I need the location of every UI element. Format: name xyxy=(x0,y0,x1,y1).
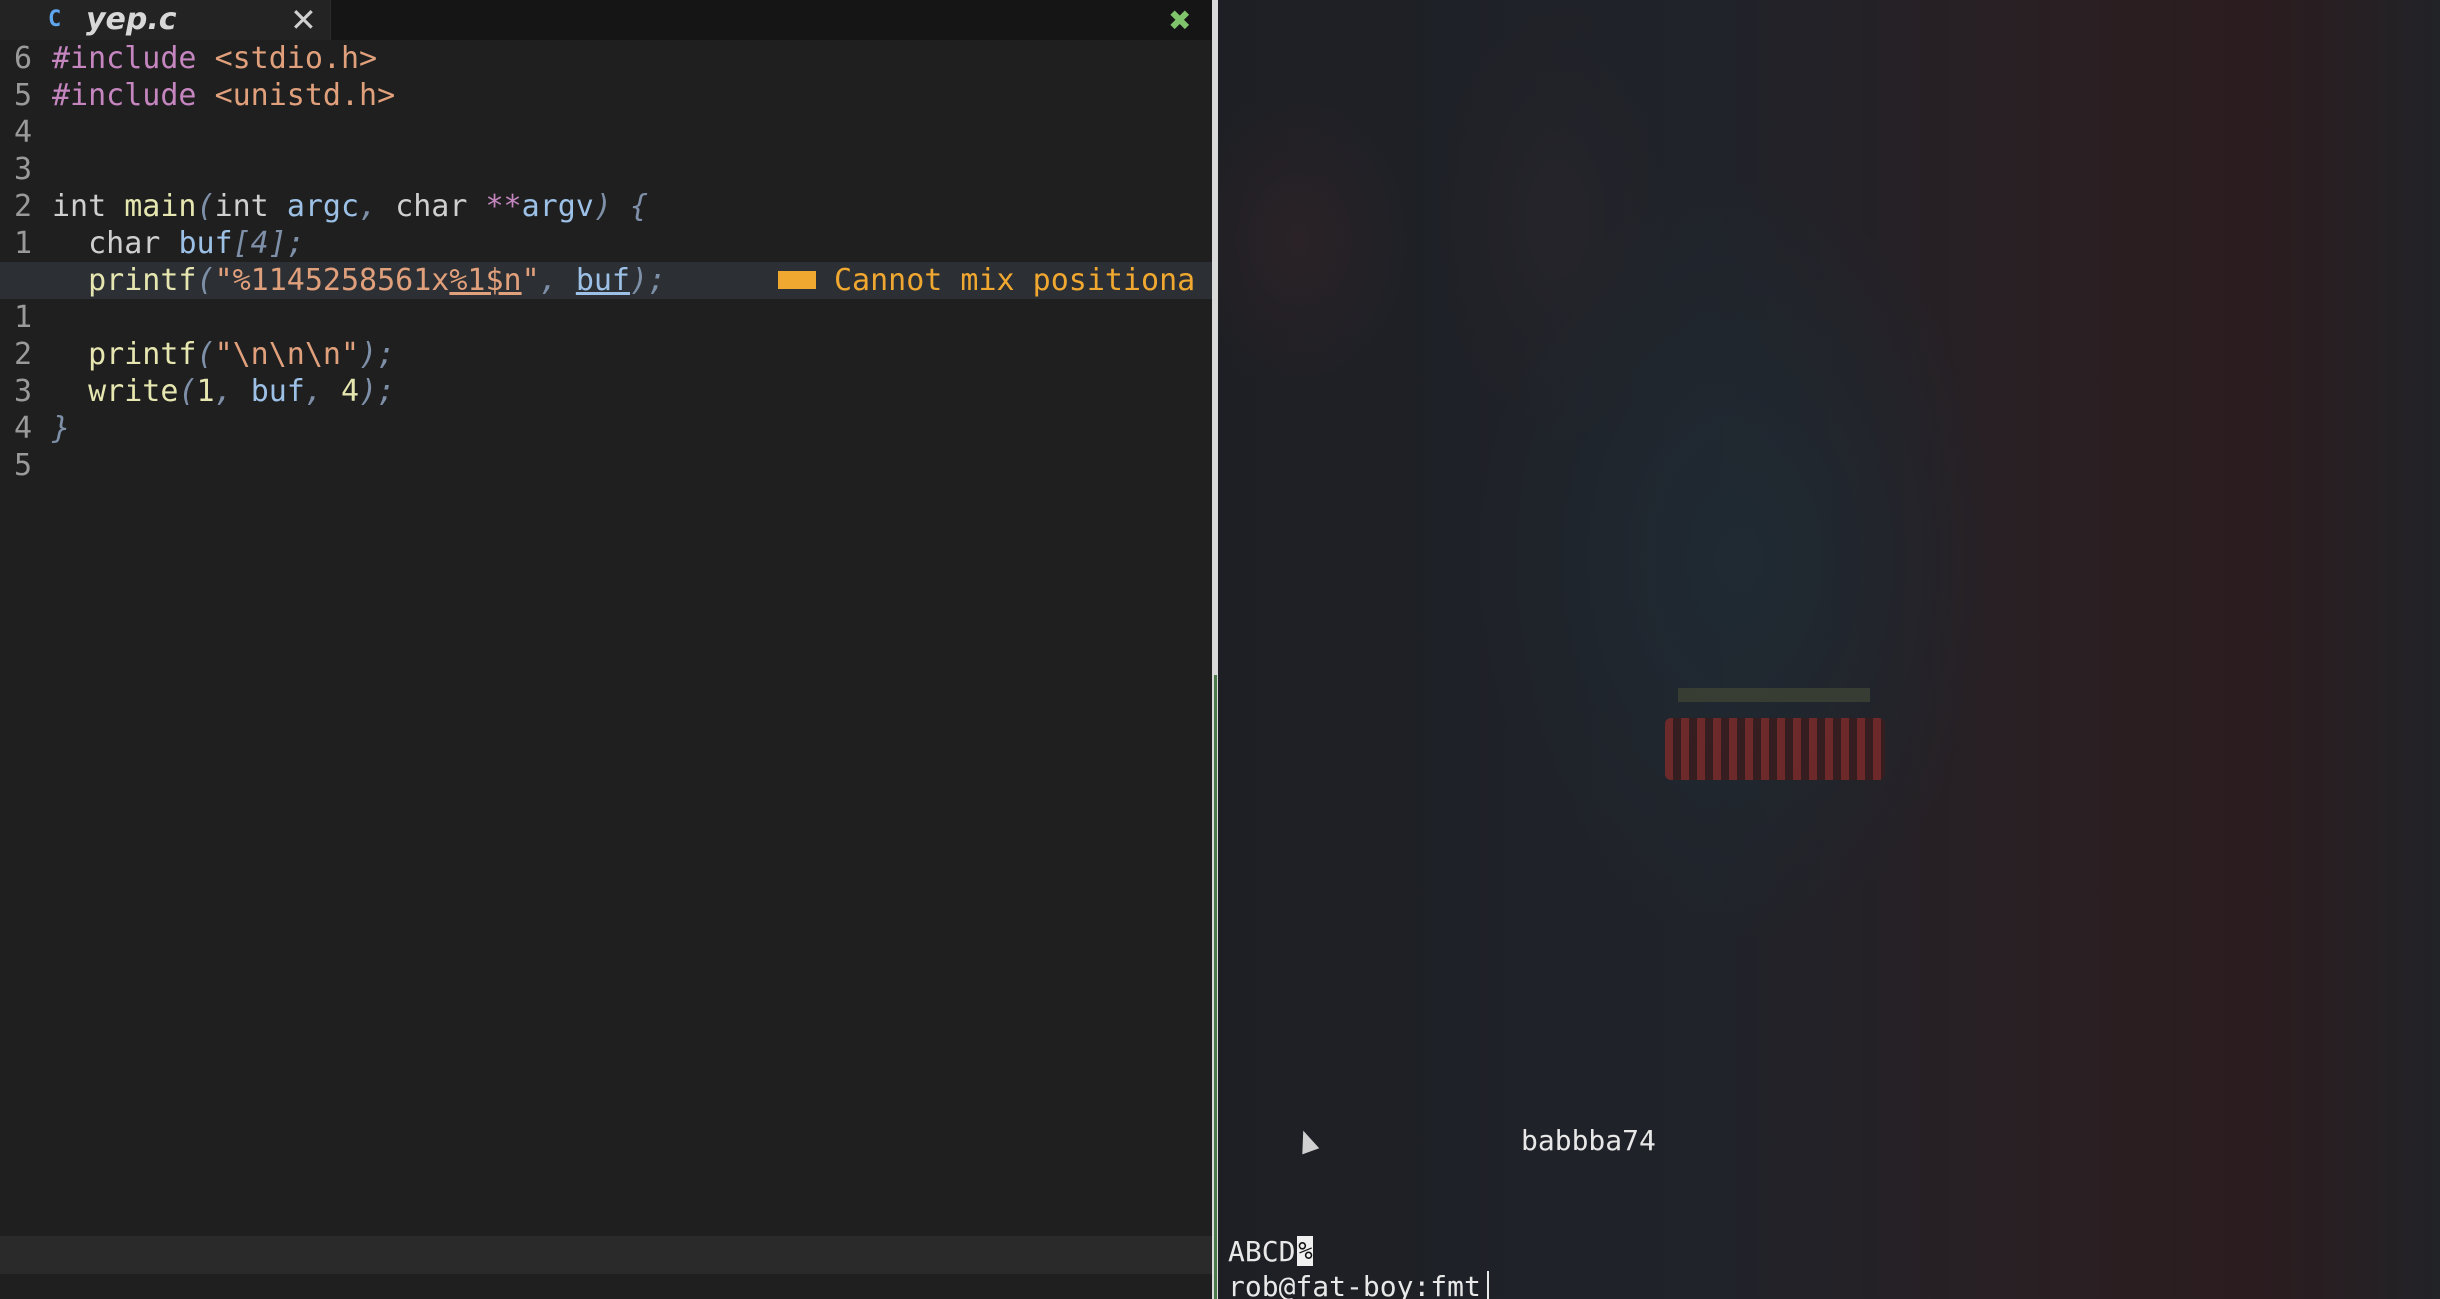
warning-icon xyxy=(778,270,816,289)
code-token: %1$n xyxy=(449,263,522,298)
code-token: } xyxy=(52,411,71,446)
code-editor[interactable]: C yep.c ✕ ✖ 6 #include <stdio.h> 5 #incl… xyxy=(0,0,1215,1299)
code-line: 3 xyxy=(0,151,1215,188)
code-token: printf xyxy=(52,337,197,372)
wallpaper-decoration xyxy=(1678,688,1870,702)
error-status-icon[interactable]: ✖ xyxy=(1168,2,1191,40)
code-token: ); xyxy=(359,337,396,372)
code-token: ( xyxy=(196,263,215,298)
code-token: buf xyxy=(250,374,305,409)
code-line: 5 #include <unistd.h> xyxy=(0,77,1215,114)
code-token: write xyxy=(52,374,179,409)
code-token: <unistd.h> xyxy=(214,78,396,113)
terminal-output-line: ABCD% xyxy=(1228,1235,1314,1269)
code-token: #include xyxy=(52,41,215,76)
code-line: 2 printf("\n\n\n"); xyxy=(0,336,1215,373)
code-token: ); xyxy=(359,374,396,409)
line-number: 1 xyxy=(14,300,33,335)
code-token: char xyxy=(52,226,179,261)
line-number: 3 xyxy=(14,152,33,187)
code-line: 5 xyxy=(0,447,1215,484)
wallpaper-decoration xyxy=(1665,718,1885,780)
tab-bar: C yep.c ✕ ✖ xyxy=(0,0,1215,40)
code-token: "%1145258561x xyxy=(214,263,450,298)
code-token: main xyxy=(124,189,197,224)
status-bar xyxy=(0,1236,1215,1274)
c-language-icon: C xyxy=(48,7,62,32)
code-token: argv xyxy=(521,189,594,224)
terminal-block-cursor: % xyxy=(1297,1236,1314,1266)
code-token: , xyxy=(539,263,576,298)
close-icon[interactable]: ✕ xyxy=(290,0,317,40)
line-number: 2 xyxy=(14,337,33,372)
code-token: 4 xyxy=(341,374,360,409)
code-token: ( xyxy=(196,189,215,224)
code-line: 6 #include <stdio.h> xyxy=(0,40,1215,77)
code-token: printf xyxy=(52,263,197,298)
code-token: ** xyxy=(485,189,522,224)
code-line: 1 char buf[4]; xyxy=(0,225,1215,262)
code-token: argc xyxy=(286,189,360,224)
tab-title: yep.c xyxy=(86,2,177,37)
code-token: int xyxy=(52,189,125,224)
code-line-current: printf("%1145258561x%1$n", buf); Cannot … xyxy=(0,262,1215,299)
code-line: 4 } xyxy=(0,410,1215,447)
code-token: " xyxy=(521,263,540,298)
line-number: 4 xyxy=(14,411,33,446)
code-token: ( xyxy=(196,337,215,372)
code-line: 4 xyxy=(0,114,1215,151)
code-line: 1 xyxy=(0,299,1215,336)
terminal-output-text: ABCD xyxy=(1228,1235,1296,1268)
code-token: , xyxy=(214,374,251,409)
code-token: ( xyxy=(178,374,197,409)
code-token: #include xyxy=(52,78,215,113)
line-number: 5 xyxy=(14,78,33,113)
code-token: "\n\n\n" xyxy=(214,337,360,372)
terminal-output-line: babbba74 xyxy=(1521,1124,1656,1157)
line-number: 6 xyxy=(14,41,33,76)
line-number: 3 xyxy=(14,374,33,409)
terminal-prompt: rob@fat-boy:fmt xyxy=(1228,1270,1481,1299)
terminal-caret xyxy=(1486,1271,1489,1299)
code-token: char xyxy=(395,189,486,224)
code-line: 2 int main(int argc, char **argv) { xyxy=(0,188,1215,225)
line-number: 1 xyxy=(14,226,33,261)
line-number: 4 xyxy=(14,115,33,150)
code-token: [4]; xyxy=(232,226,305,261)
line-number: 2 xyxy=(14,189,33,224)
terminal-prompt-line[interactable]: rob@fat-boy:fmt xyxy=(1228,1270,1489,1299)
code-token: <stdio.h> xyxy=(214,41,378,76)
code-token: ) { xyxy=(593,189,649,224)
code-token: , xyxy=(359,189,396,224)
diagnostic-text: Cannot mix positiona xyxy=(834,263,1196,298)
code-line: 3 write(1, buf, 4); xyxy=(0,373,1215,410)
code-token: buf xyxy=(575,263,630,298)
tab-yep-c[interactable]: C yep.c ✕ xyxy=(0,0,331,40)
diagnostic-message[interactable]: Cannot mix positiona xyxy=(778,262,1195,299)
terminal-pane[interactable]: babbba74 ABCD% rob@fat-boy:fmt xyxy=(1218,0,2440,1299)
line-number: 5 xyxy=(14,448,33,483)
code-token: ); xyxy=(630,263,667,298)
pane-divider-accent xyxy=(1214,675,1217,1299)
code-token: int xyxy=(214,189,287,224)
code-token: buf xyxy=(178,226,233,261)
code-token: , xyxy=(304,374,341,409)
code-token: 1 xyxy=(196,374,215,409)
